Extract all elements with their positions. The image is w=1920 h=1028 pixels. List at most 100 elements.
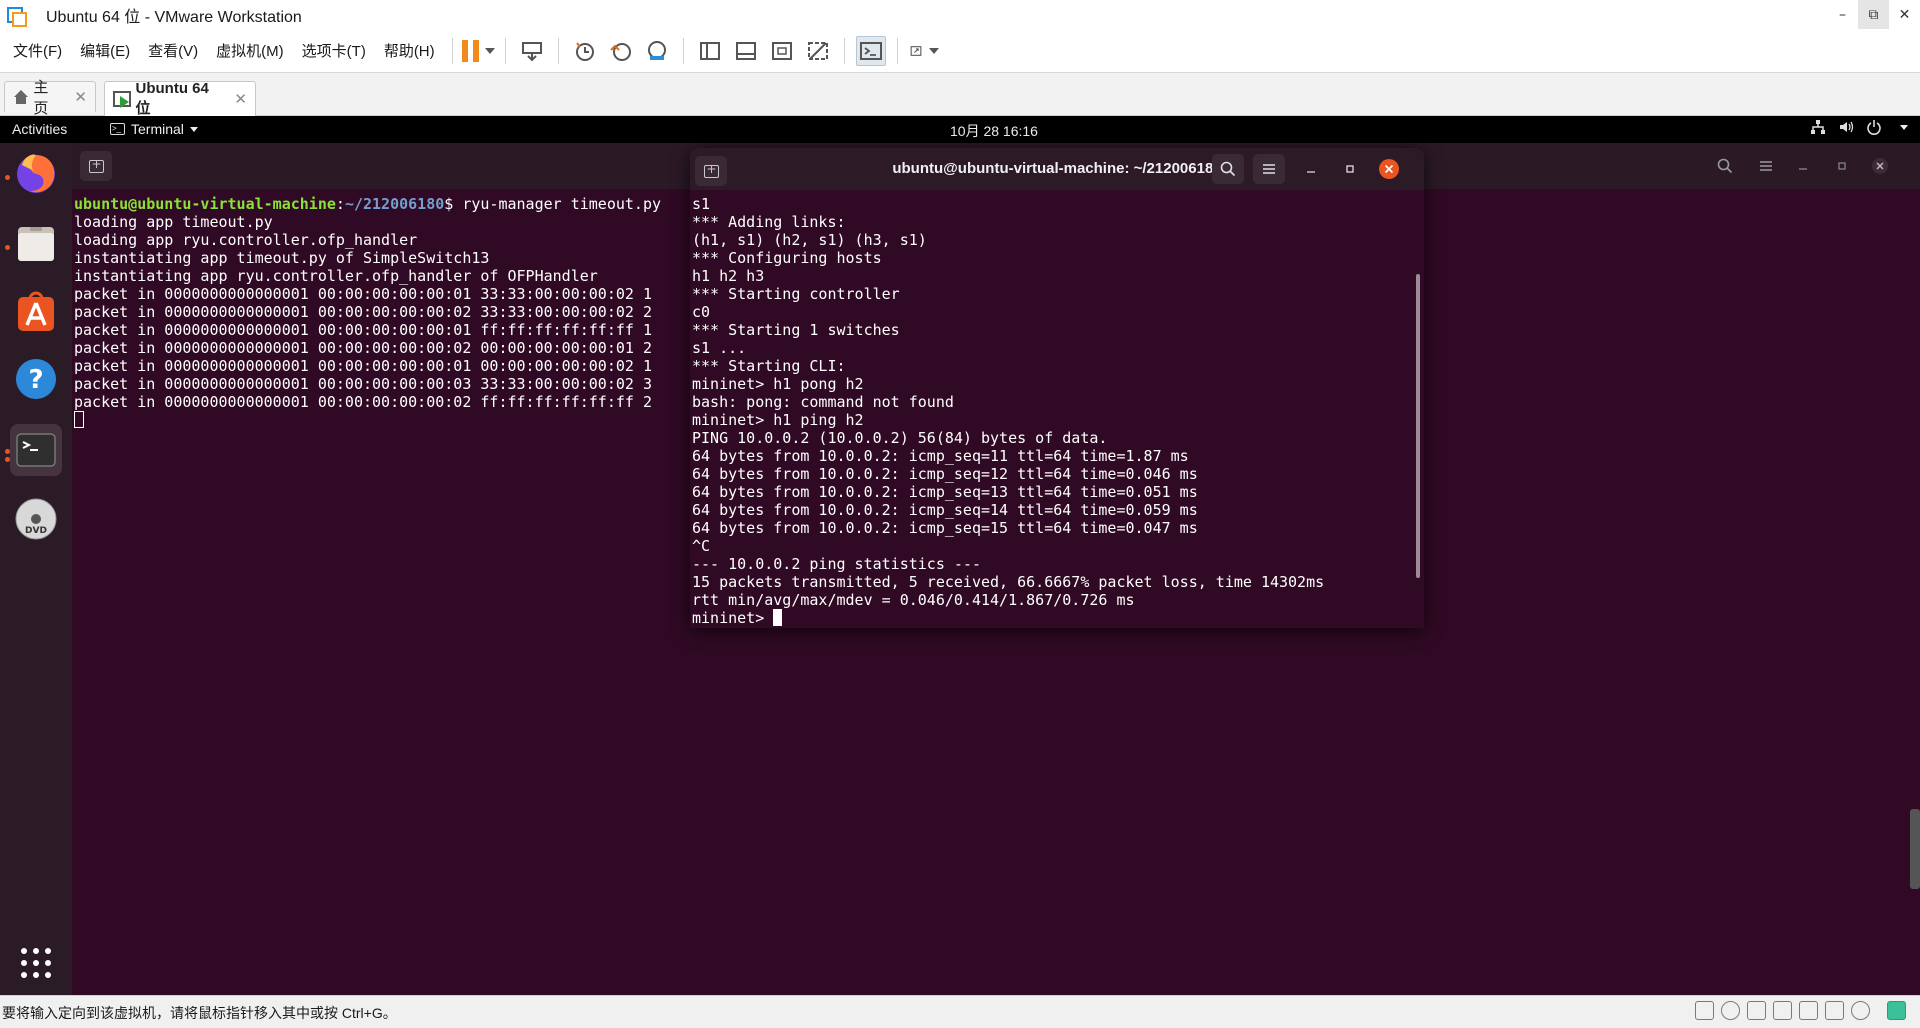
output-line: packet in 0000000000000001 00:00:00:00:0… bbox=[74, 339, 652, 357]
menu-tabs[interactable]: 选项卡(T) bbox=[293, 40, 375, 61]
system-tray[interactable] bbox=[1810, 119, 1908, 135]
full-screen-button[interactable] bbox=[767, 36, 797, 66]
dock-files[interactable] bbox=[10, 217, 62, 269]
menu-edit[interactable]: 编辑(E) bbox=[71, 40, 139, 61]
app-menu[interactable]: >_ Terminal bbox=[110, 121, 198, 137]
prompt-path: ~/212006180 bbox=[344, 195, 445, 213]
minimize-icon bbox=[1799, 168, 1807, 170]
files-icon bbox=[18, 227, 54, 261]
tab-home[interactable]: 主页 ✕ bbox=[4, 79, 96, 117]
console-icon bbox=[859, 41, 882, 60]
terminal-headerbar: ubuntu@ubuntu-virtual-machine: ~/2120061… bbox=[690, 148, 1424, 190]
toolbar-divider bbox=[682, 37, 684, 64]
revert-snapshot-button[interactable] bbox=[606, 36, 636, 66]
snapshot-manager-button[interactable] bbox=[642, 36, 672, 66]
terminal-window-mininet[interactable]: ubuntu@ubuntu-virtual-machine: ~/2120061… bbox=[690, 148, 1424, 628]
maximize-icon bbox=[1346, 165, 1354, 173]
restore-button[interactable]: ⧉ bbox=[1858, 0, 1889, 29]
output-line: packet in 0000000000000001 00:00:00:00:0… bbox=[74, 303, 652, 321]
minimize-button[interactable]: – bbox=[1827, 0, 1858, 29]
output-line: *** Starting controller bbox=[692, 285, 900, 303]
message-log-icon[interactable] bbox=[1887, 1001, 1906, 1020]
dock-firefox[interactable] bbox=[10, 147, 62, 199]
network-adapter-icon[interactable] bbox=[1747, 1001, 1766, 1020]
chevron-down-icon bbox=[485, 47, 496, 54]
dock-show-apps[interactable] bbox=[10, 937, 62, 989]
new-tab-button[interactable] bbox=[80, 151, 112, 181]
snapshot-button[interactable] bbox=[570, 36, 600, 66]
tab-ubuntu[interactable]: Ubuntu 64 位 ✕ bbox=[104, 80, 256, 117]
vmware-logo-icon bbox=[6, 6, 27, 27]
dock-dvd[interactable]: DVD bbox=[10, 493, 62, 545]
guest-screen[interactable]: Activities >_ Terminal 10月 28 16:16 ? DV… bbox=[0, 116, 1920, 995]
app-menu-label: Terminal bbox=[131, 121, 184, 137]
unity-button[interactable] bbox=[803, 36, 833, 66]
pause-vm-button[interactable] bbox=[462, 36, 496, 66]
bg-close-button[interactable] bbox=[1864, 151, 1896, 181]
thumbnail-layout-icon bbox=[735, 41, 756, 60]
terminal-scrollbar[interactable] bbox=[1416, 274, 1420, 578]
new-tab-icon bbox=[88, 157, 104, 173]
menu-view[interactable]: 查看(V) bbox=[139, 40, 207, 61]
menu-file[interactable]: 文件(F) bbox=[0, 40, 71, 61]
new-tab-button[interactable] bbox=[695, 156, 727, 186]
terminal-small-icon: >_ bbox=[110, 123, 125, 135]
thumbnail-bar-button[interactable] bbox=[731, 36, 761, 66]
search-button[interactable] bbox=[1212, 154, 1244, 184]
hamburger-menu-button[interactable] bbox=[1253, 154, 1285, 184]
dock-terminal[interactable] bbox=[10, 424, 62, 476]
search-icon bbox=[1220, 161, 1236, 177]
guest-scrollbar[interactable] bbox=[1910, 809, 1920, 889]
vmware-titlebar: Ubuntu 64 位 - VMware Workstation – ⧉ ✕ bbox=[0, 0, 1920, 29]
hamburger-menu-button[interactable] bbox=[1750, 151, 1782, 181]
output-line: packet in 0000000000000001 00:00:00:00:0… bbox=[74, 321, 652, 339]
output-line: instantiating app timeout.py of SimpleSw… bbox=[74, 249, 490, 267]
dock-help[interactable]: ? bbox=[10, 353, 62, 405]
dock-app-store[interactable] bbox=[10, 285, 62, 337]
close-button[interactable] bbox=[1373, 154, 1405, 184]
chevron-down-icon bbox=[189, 126, 198, 132]
maximize-button[interactable] bbox=[1334, 154, 1366, 184]
new-tab-icon bbox=[703, 162, 719, 178]
display-icon[interactable] bbox=[1851, 1001, 1870, 1020]
menu-help[interactable]: 帮助(H) bbox=[375, 40, 444, 61]
stretch-guest-button[interactable] bbox=[909, 36, 939, 66]
power-icon bbox=[1867, 120, 1881, 135]
restore-icon bbox=[1838, 162, 1846, 170]
show-library-button[interactable] bbox=[695, 36, 725, 66]
tab-home-close-icon[interactable]: ✕ bbox=[74, 88, 87, 106]
activities-button[interactable]: Activities bbox=[12, 121, 67, 137]
search-button[interactable] bbox=[1709, 151, 1741, 181]
home-icon bbox=[13, 90, 29, 104]
cd-rom-icon[interactable] bbox=[1721, 1001, 1740, 1020]
prompt-user: ubuntu@ubuntu-virtual-machine bbox=[74, 195, 336, 213]
status-message: 要将输入定向到该虚拟机，请将鼠标指针移入其中或按 Ctrl+G。 bbox=[2, 1005, 397, 1021]
send-ctrl-alt-del-button[interactable] bbox=[517, 36, 547, 66]
output-line: 64 bytes from 10.0.0.2: icmp_seq=13 ttl=… bbox=[692, 483, 1198, 501]
output-line: packet in 0000000000000001 00:00:00:00:0… bbox=[74, 357, 652, 375]
app-store-icon bbox=[18, 291, 54, 331]
minimize-button[interactable] bbox=[1295, 154, 1327, 184]
output-line: s1 ... bbox=[692, 339, 747, 357]
console-view-button[interactable] bbox=[855, 35, 886, 66]
output-line: *** Starting CLI: bbox=[692, 357, 846, 375]
printer-icon[interactable] bbox=[1799, 1001, 1818, 1020]
tab-ubuntu-close-icon[interactable]: ✕ bbox=[234, 90, 247, 108]
device-icons bbox=[1695, 1001, 1906, 1020]
help-icon: ? bbox=[16, 359, 56, 399]
vm-tabstrip: 主页 ✕ Ubuntu 64 位 ✕ bbox=[0, 73, 1920, 117]
clock[interactable]: 10月 28 16:16 bbox=[950, 121, 1038, 141]
close-button[interactable]: ✕ bbox=[1889, 0, 1920, 29]
hard-disk-icon[interactable] bbox=[1695, 1001, 1714, 1020]
vm-running-icon bbox=[113, 91, 131, 108]
output-line: --- 10.0.0.2 ping statistics --- bbox=[692, 555, 981, 573]
menu-vm[interactable]: 虚拟机(M) bbox=[207, 40, 293, 61]
full-screen-icon bbox=[771, 41, 792, 60]
bg-restore-button[interactable] bbox=[1826, 151, 1858, 181]
output-line: h1 h2 h3 bbox=[692, 267, 765, 285]
usb-icon[interactable] bbox=[1773, 1001, 1792, 1020]
sound-icon[interactable] bbox=[1825, 1001, 1844, 1020]
bg-minimize-button[interactable] bbox=[1787, 151, 1819, 181]
chevron-down-icon bbox=[928, 47, 939, 54]
tab-ubuntu-label: Ubuntu 64 位 bbox=[135, 80, 209, 117]
